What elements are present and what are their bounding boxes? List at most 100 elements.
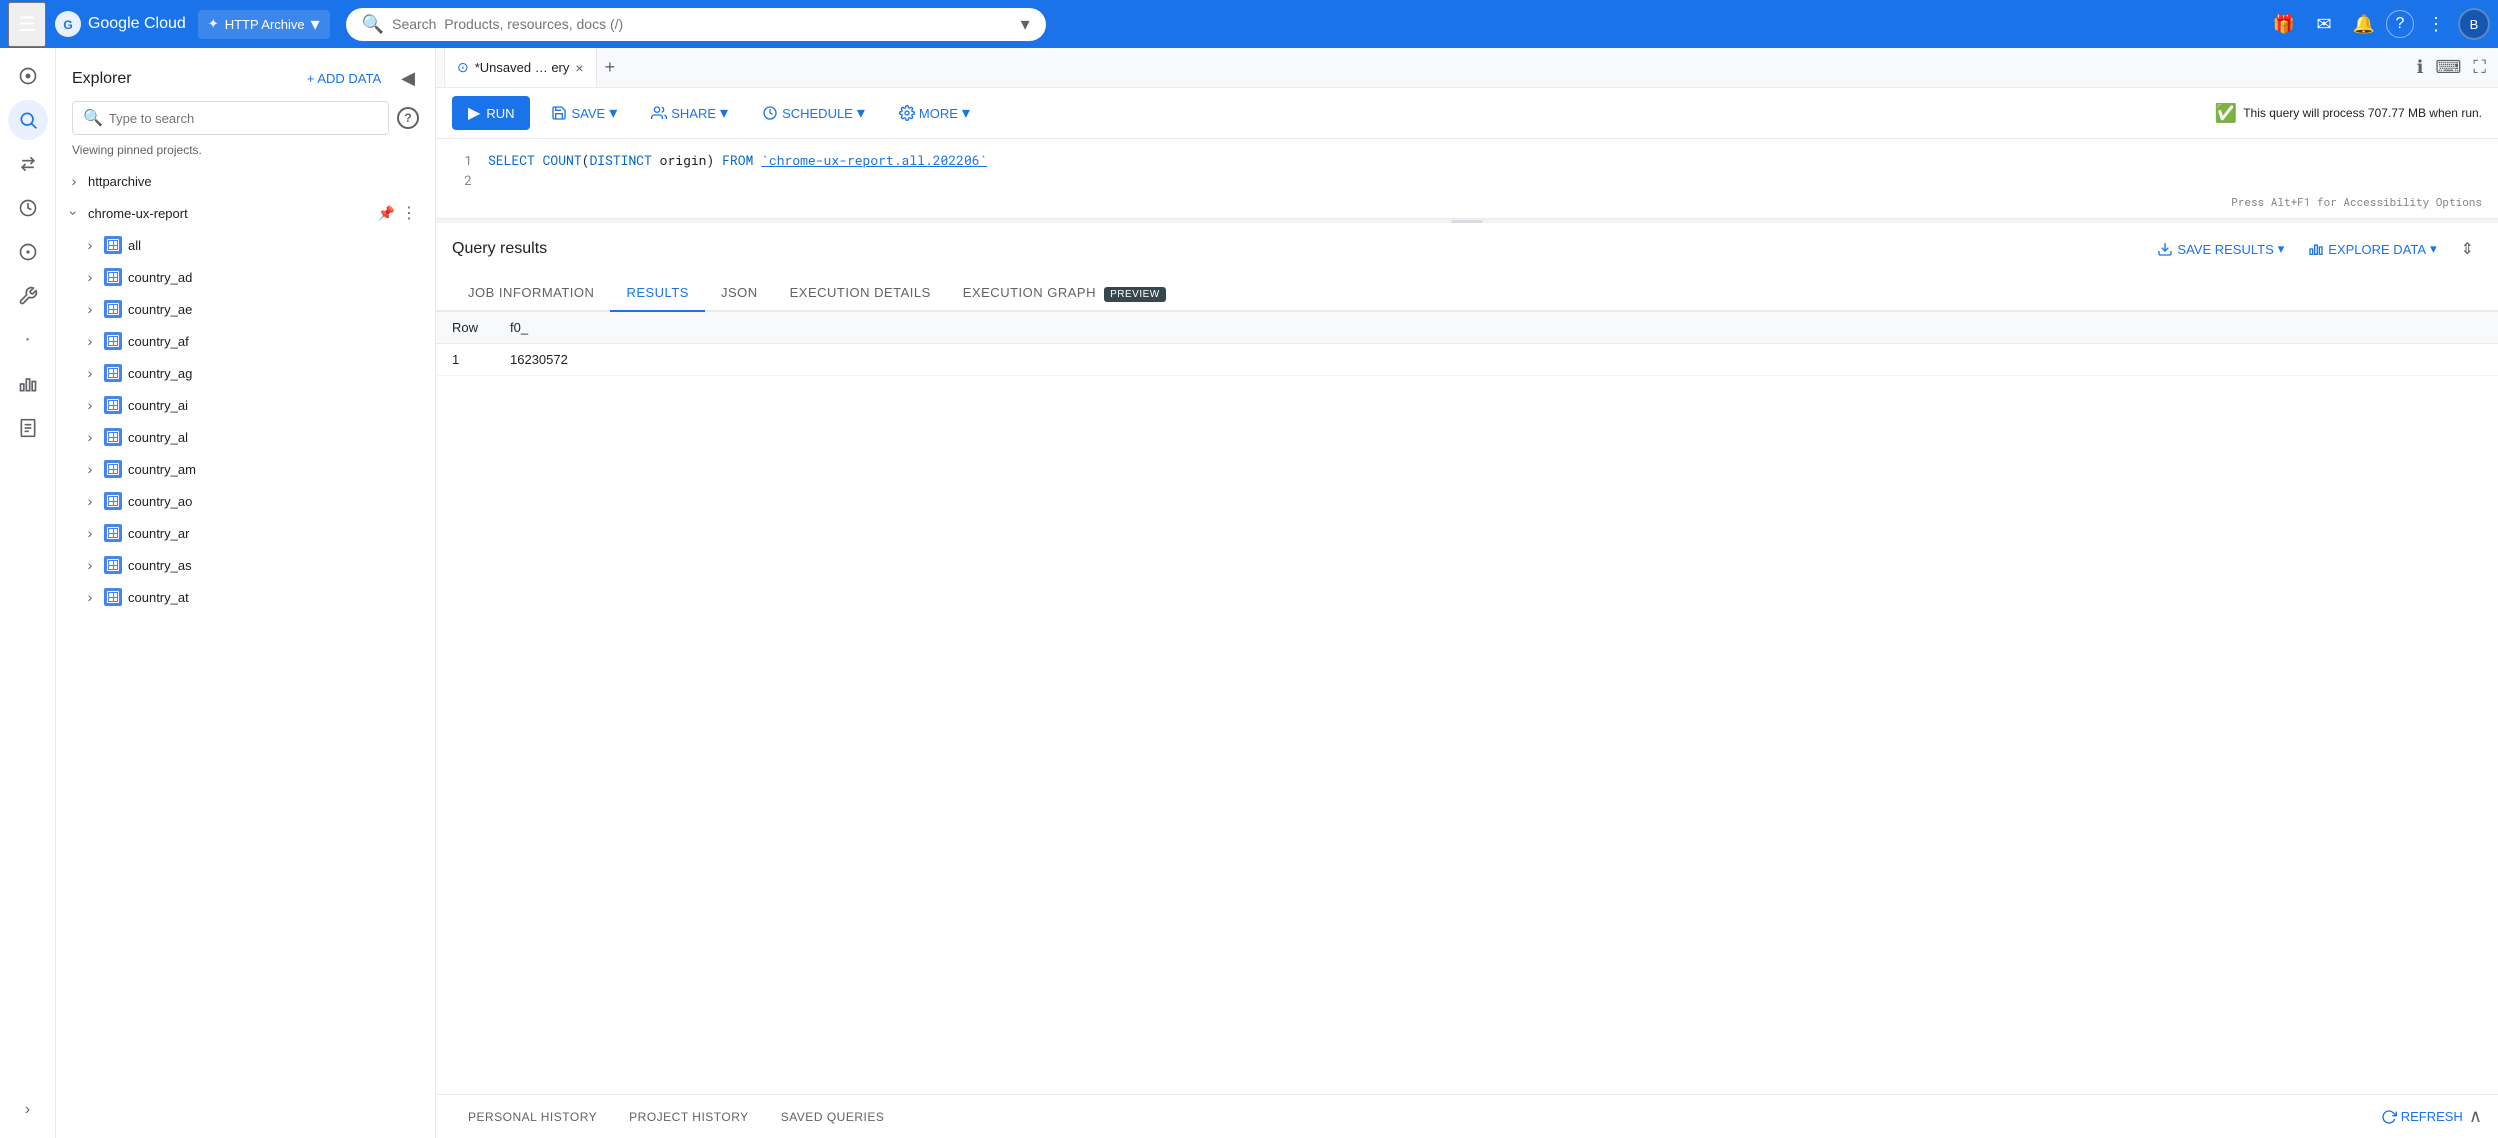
- tree-label-country_ao: country_ao: [128, 494, 395, 509]
- code-editor[interactable]: 1 SELECT COUNT(DISTINCT origin) FROM `ch…: [436, 139, 2498, 219]
- bottom-tab-personal-history[interactable]: PERSONAL HISTORY: [452, 1098, 613, 1136]
- tree-more-country_ae[interactable]: ⋮: [399, 297, 419, 321]
- tree-more-country_ar[interactable]: ⋮: [399, 521, 419, 545]
- nav-icon-scheduled[interactable]: [8, 232, 48, 272]
- tab-execution-details[interactable]: EXECUTION DETAILS: [774, 275, 947, 312]
- tree-label-country_ae: country_ae: [128, 302, 395, 317]
- tab-job-information[interactable]: JOB INFORMATION: [452, 275, 610, 312]
- tree-more-httparchive[interactable]: ⋮: [399, 169, 419, 193]
- tree-item-country_as[interactable]: › country_as ⋮: [72, 549, 435, 581]
- tree-more-country_ad[interactable]: ⋮: [399, 265, 419, 289]
- search-input[interactable]: [392, 16, 1013, 32]
- tree-more-country_at[interactable]: ⋮: [399, 585, 419, 609]
- share-button[interactable]: SHARE ▾: [638, 96, 741, 130]
- tree-item-httparchive[interactable]: › httparchive ⋮: [56, 165, 435, 197]
- tab-info-icon[interactable]: ℹ: [2413, 53, 2428, 82]
- nav-expand-btn[interactable]: ›: [8, 1090, 48, 1130]
- bottom-tab-project-history[interactable]: PROJECT HISTORY: [613, 1098, 765, 1136]
- search-icon: 🔍: [362, 14, 384, 35]
- tree-more-country_am[interactable]: ⋮: [399, 457, 419, 481]
- nav-icon-docs[interactable]: [8, 408, 48, 448]
- explorer-help-icon[interactable]: ?: [397, 107, 419, 129]
- nav-icon-analytics[interactable]: [8, 364, 48, 404]
- tree-item-country_ai[interactable]: › country_ai ⋮: [72, 389, 435, 421]
- explorer-search-input[interactable]: [109, 111, 378, 126]
- search-bar[interactable]: 🔍 ▾: [346, 8, 1046, 41]
- tab-results[interactable]: RESULTS: [610, 275, 705, 312]
- tab-execution-graph[interactable]: EXECUTION GRAPH PREVIEW: [947, 275, 1182, 312]
- notification-icon[interactable]: 🔔: [2346, 6, 2382, 42]
- tree-item-country_al[interactable]: › country_al ⋮: [72, 421, 435, 453]
- query-results-area: Query results SAVE RESULTS ▾ EXPLORE DAT: [436, 223, 2498, 1138]
- tree-pin-chrome-ux[interactable]: 📌: [376, 203, 397, 224]
- tree-icon-country_ae: [104, 300, 122, 318]
- tree-item-country_ag[interactable]: › country_ag ⋮: [72, 357, 435, 389]
- menu-icon[interactable]: ☰: [8, 2, 46, 47]
- results-table-container: Row f0_ 1 16230572: [436, 312, 2498, 1094]
- more-icon[interactable]: ⋮: [2418, 6, 2454, 42]
- tree-item-country_ar[interactable]: › country_ar ⋮: [72, 517, 435, 549]
- project-selector[interactable]: ✦ HTTP Archive ▾: [198, 10, 330, 39]
- search-dropdown-icon[interactable]: ▾: [1021, 14, 1030, 35]
- nav-icon-dot1[interactable]: ●: [8, 320, 48, 360]
- run-button[interactable]: ▶ RUN: [452, 96, 530, 130]
- tree-item-country_ad[interactable]: › country_ad ⋮: [72, 261, 435, 293]
- add-data-button[interactable]: + ADD DATA: [299, 65, 389, 92]
- nav-icon-history[interactable]: [8, 188, 48, 228]
- bottom-tab-saved-queries[interactable]: SAVED QUERIES: [765, 1098, 901, 1136]
- tree-icon-country_ag: [104, 364, 122, 382]
- tree-more-country_ai[interactable]: ⋮: [399, 393, 419, 417]
- tree-item-country_ao[interactable]: › country_ao ⋮: [72, 485, 435, 517]
- tree-more-country_ag[interactable]: ⋮: [399, 361, 419, 385]
- tree-item-chrome-ux-report[interactable]: › chrome-ux-report 📌 ⋮: [56, 197, 435, 229]
- gift-icon[interactable]: 🎁: [2266, 6, 2302, 42]
- query-tab-unsaved[interactable]: ⊙ *Unsaved … ery ×: [444, 48, 597, 87]
- schedule-button[interactable]: SCHEDULE ▾: [749, 96, 878, 130]
- tree-more-all[interactable]: ⋮: [399, 233, 419, 257]
- tab-fullscreen-icon[interactable]: ⛶: [2469, 53, 2490, 82]
- explore-data-button[interactable]: EXPLORE DATA ▾: [2300, 237, 2444, 261]
- right-panel: ⊙ *Unsaved … ery × + ℹ ⌨ ⛶ ▶ RUN SA: [436, 48, 2498, 1138]
- collapse-panel-button[interactable]: ◀: [397, 64, 419, 93]
- preview-badge: PREVIEW: [1104, 287, 1166, 302]
- tree-item-all[interactable]: › all ⋮: [72, 229, 435, 261]
- new-tab-button[interactable]: +: [597, 53, 624, 82]
- tree-chevron-country_as: ›: [80, 555, 100, 575]
- results-expand-button[interactable]: ⇕: [2453, 235, 2482, 263]
- tab-json[interactable]: JSON: [705, 275, 774, 312]
- query-tab-close[interactable]: ×: [575, 60, 583, 76]
- share-chevron-icon: ▾: [720, 103, 728, 123]
- execution-graph-label: EXECUTION GRAPH: [963, 285, 1096, 300]
- nav-icon-home[interactable]: [8, 56, 48, 96]
- collapse-bottom-button[interactable]: ∧: [2469, 1106, 2482, 1127]
- nav-icon-search[interactable]: [8, 100, 48, 140]
- tree-more-country_al[interactable]: ⋮: [399, 425, 419, 449]
- results-table: Row f0_ 1 16230572: [436, 312, 2498, 376]
- help-icon[interactable]: ?: [2386, 10, 2414, 38]
- tree-actions-chrome-ux: 📌 ⋮: [376, 201, 419, 225]
- save-results-button[interactable]: SAVE RESULTS ▾: [2149, 237, 2292, 261]
- share-label: SHARE: [671, 106, 716, 121]
- check-circle-icon: ✅: [2215, 103, 2237, 124]
- run-label: RUN: [486, 106, 514, 121]
- nav-icon-transfer[interactable]: [8, 144, 48, 184]
- email-icon[interactable]: ✉: [2306, 6, 2342, 42]
- save-button[interactable]: SAVE ▾: [538, 96, 630, 130]
- tree-item-country_at[interactable]: › country_at ⋮: [72, 581, 435, 613]
- more-button[interactable]: MORE ▾: [886, 96, 983, 130]
- tree-icon-country_al: [104, 428, 122, 446]
- tree-chevron-all: ›: [80, 235, 100, 255]
- tree-chevron-chrome-ux: ›: [64, 203, 84, 223]
- refresh-button[interactable]: REFRESH: [2381, 1109, 2463, 1125]
- tree-more-country_af[interactable]: ⋮: [399, 329, 419, 353]
- tree-more-country_ao[interactable]: ⋮: [399, 489, 419, 513]
- tree-item-country_am[interactable]: › country_am ⋮: [72, 453, 435, 485]
- nav-icon-tools[interactable]: [8, 276, 48, 316]
- tree-item-country_ae[interactable]: › country_ae ⋮: [72, 293, 435, 325]
- tab-keyboard-icon[interactable]: ⌨: [2431, 53, 2465, 82]
- explorer-search-wrap[interactable]: 🔍: [72, 101, 389, 135]
- tree-more-chrome-ux[interactable]: ⋮: [399, 201, 419, 225]
- tree-item-country_af[interactable]: › country_af ⋮: [72, 325, 435, 357]
- tree-more-country_as[interactable]: ⋮: [399, 553, 419, 577]
- avatar[interactable]: B: [2458, 8, 2490, 40]
